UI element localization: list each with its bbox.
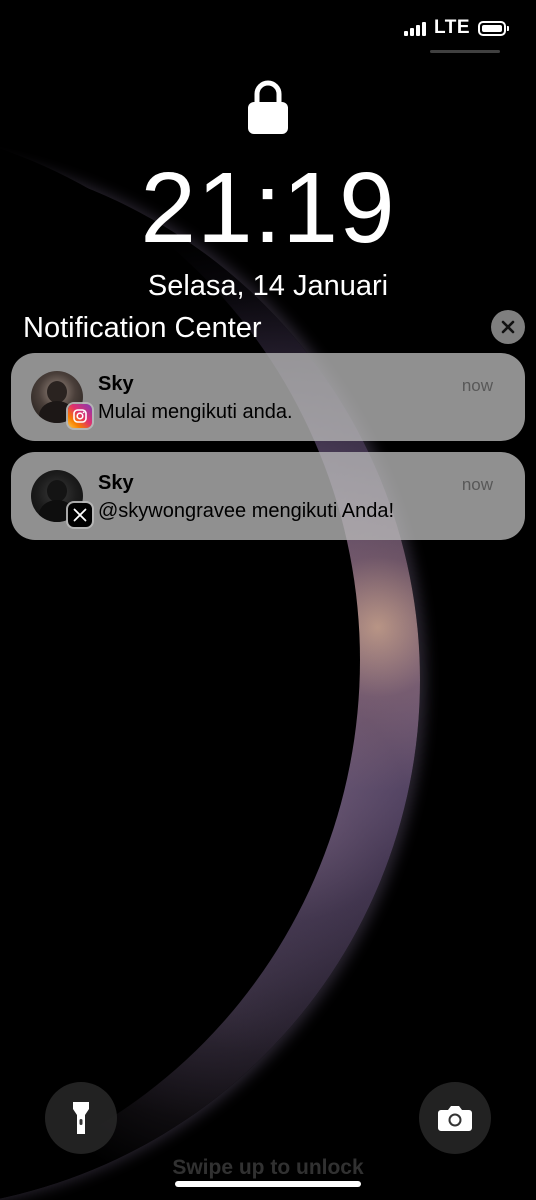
status-bar-indicator <box>430 50 500 53</box>
flashlight-button[interactable] <box>45 1082 117 1154</box>
lockscreen-time: 21:19 <box>140 152 396 264</box>
notification-sender: Sky <box>98 373 134 395</box>
instagram-icon <box>68 404 92 428</box>
status-bar: LTE <box>404 16 509 40</box>
lockscreen-date: Selasa, 14 Januari <box>147 270 389 302</box>
network-type: LTE <box>434 17 470 38</box>
cellular-signal-icon <box>404 21 427 36</box>
notification-x[interactable]: Sky now @skywongravee mengikuti Anda! <box>11 452 525 540</box>
swipe-up-hint: Swipe up to unlock <box>172 1156 364 1179</box>
close-icon <box>501 320 515 334</box>
lock-icon <box>248 80 288 134</box>
notification-time: now <box>461 376 493 395</box>
notification-center-title: Notification Center <box>23 312 262 344</box>
close-notifications-button[interactable] <box>491 310 525 344</box>
notification-message: Mulai mengikuti anda. <box>98 401 293 423</box>
x-icon <box>68 503 92 527</box>
notification-time: now <box>461 475 493 494</box>
notification-instagram[interactable]: Sky now Mulai mengikuti anda. <box>11 353 525 441</box>
camera-button[interactable] <box>419 1082 491 1154</box>
notification-message: @skywongravee mengikuti Anda! <box>98 500 395 522</box>
flashlight-icon <box>73 1102 89 1134</box>
battery-full-icon <box>478 20 509 36</box>
camera-icon <box>438 1106 472 1131</box>
home-indicator[interactable] <box>175 1181 361 1187</box>
notification-sender: Sky <box>98 472 134 494</box>
